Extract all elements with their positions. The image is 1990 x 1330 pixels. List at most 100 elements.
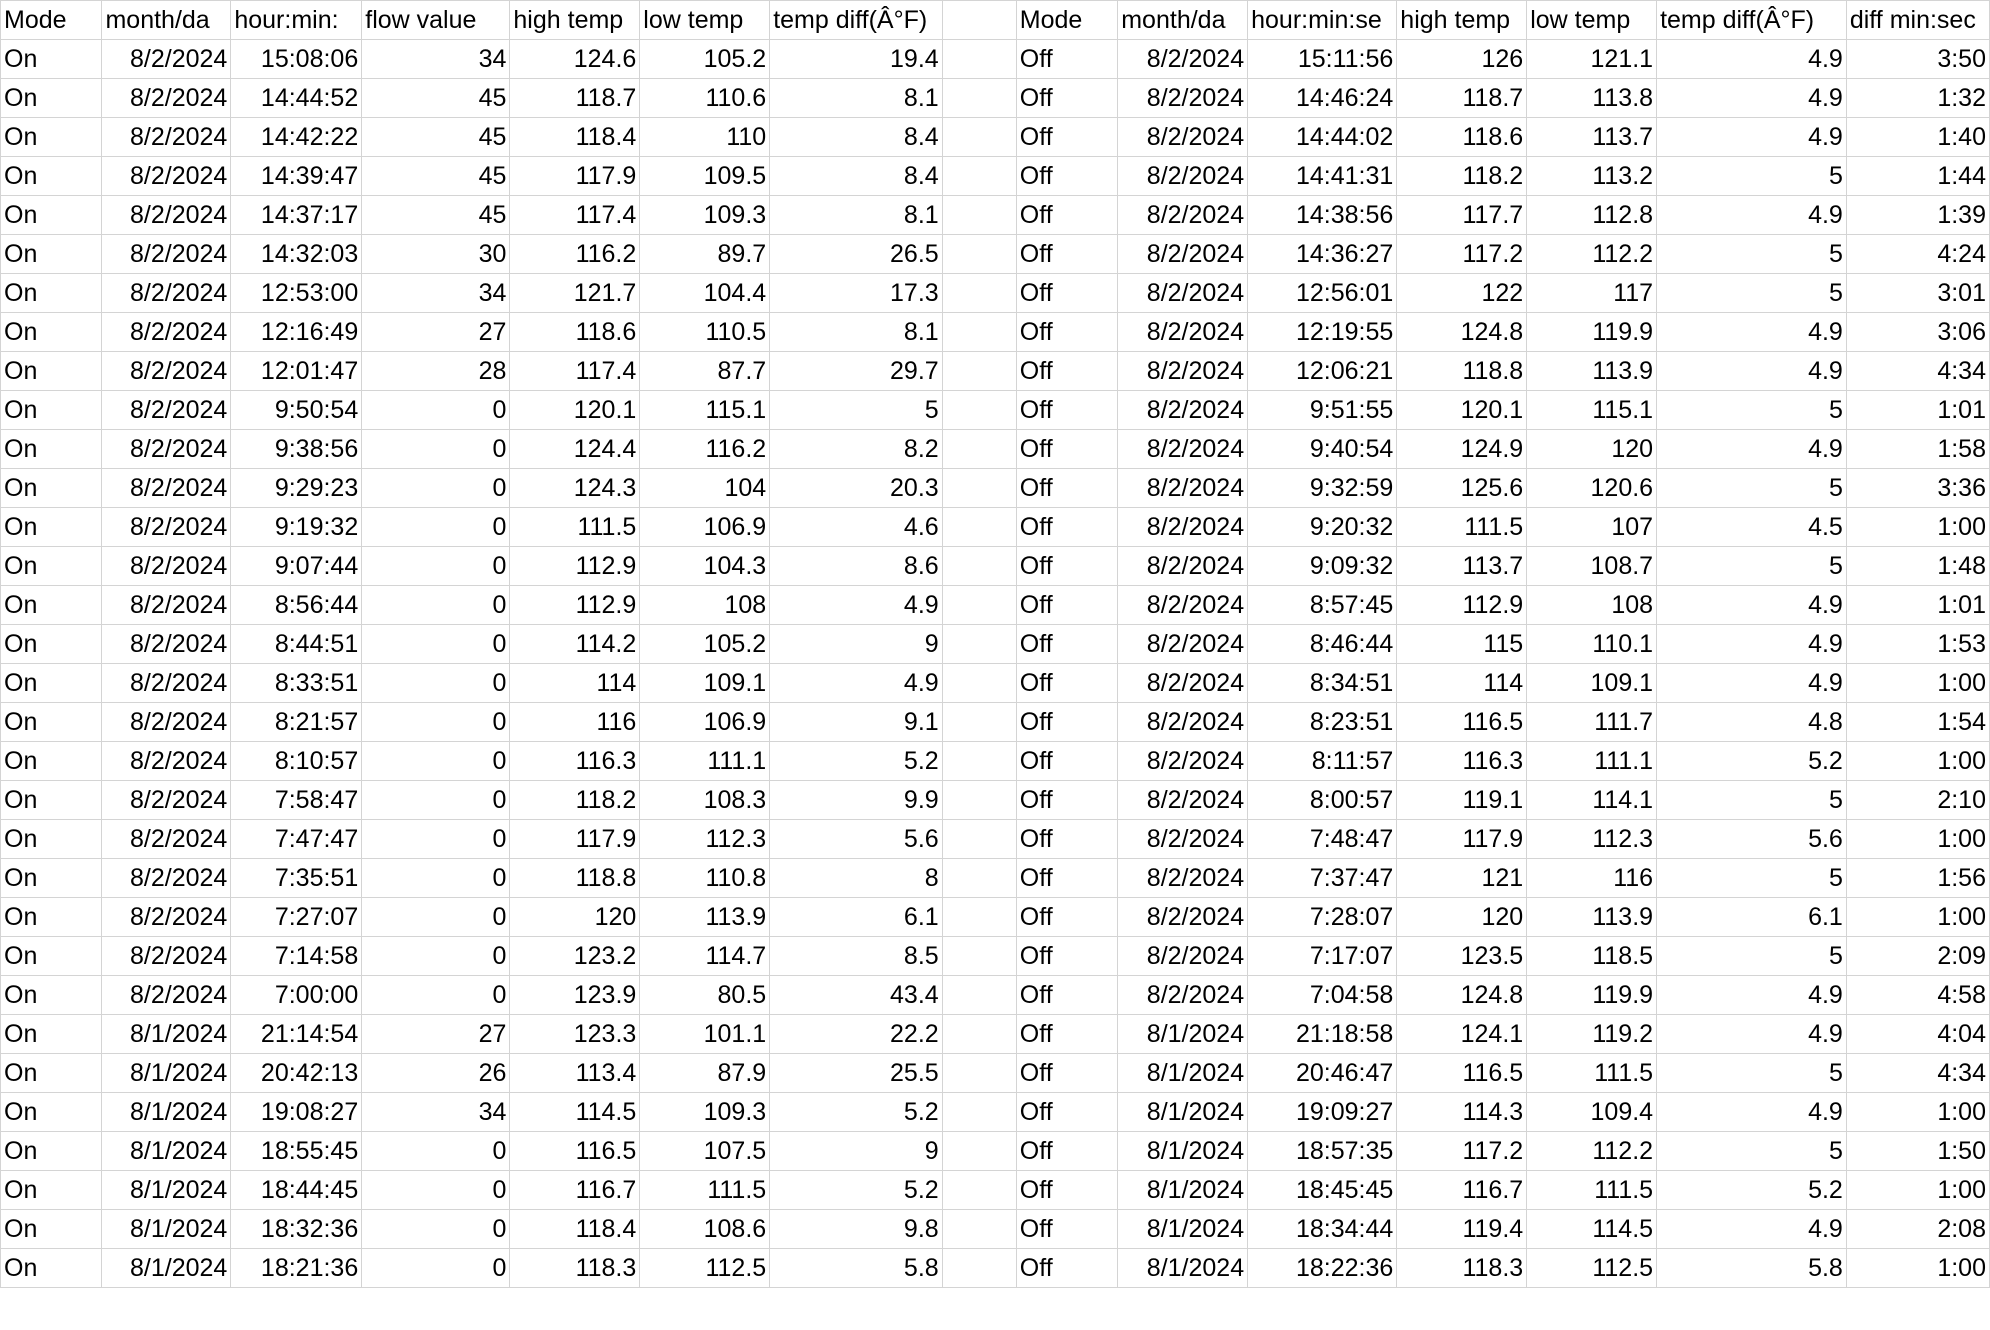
empty-cell[interactable]: [941, 1131, 1017, 1171]
empty-cell[interactable]: [941, 312, 1017, 352]
table-cell[interactable]: Off: [1015, 702, 1119, 742]
table-cell[interactable]: On: [0, 234, 103, 274]
empty-cell[interactable]: [941, 1092, 1017, 1132]
table-cell[interactable]: 8:34:51: [1247, 663, 1398, 703]
table-cell[interactable]: 8/2/2024: [101, 39, 232, 79]
table-cell[interactable]: 5.8: [769, 1248, 943, 1288]
table-cell[interactable]: 116.5: [1396, 702, 1528, 742]
table-cell[interactable]: 8/2/2024: [101, 429, 232, 469]
table-cell[interactable]: 116.3: [509, 741, 641, 781]
table-cell[interactable]: 8/2/2024: [1117, 312, 1249, 352]
table-cell[interactable]: 5: [1656, 1053, 1847, 1093]
table-cell[interactable]: 7:35:51: [230, 858, 363, 898]
table-cell[interactable]: 3:36: [1845, 468, 1990, 508]
table-cell[interactable]: 20:46:47: [1247, 1053, 1398, 1093]
table-cell[interactable]: Off: [1015, 1248, 1119, 1288]
table-cell[interactable]: 2:10: [1845, 780, 1990, 820]
table-cell[interactable]: 8:56:44: [230, 585, 363, 625]
table-cell[interactable]: 8:44:51: [230, 624, 363, 664]
table-cell[interactable]: 12:56:01: [1247, 273, 1398, 313]
table-cell[interactable]: 1:00: [1845, 1170, 1990, 1210]
table-cell[interactable]: 8.6: [769, 546, 943, 586]
table-cell[interactable]: 80.5: [639, 975, 771, 1015]
table-cell[interactable]: 114.2: [509, 624, 641, 664]
table-cell[interactable]: 113.7: [1526, 117, 1658, 157]
table-cell[interactable]: 123.5: [1396, 936, 1528, 976]
empty-cell[interactable]: [941, 507, 1017, 547]
table-cell[interactable]: 119.9: [1526, 975, 1658, 1015]
table-cell[interactable]: 5.2: [769, 741, 943, 781]
table-cell[interactable]: 0: [361, 390, 511, 430]
table-cell[interactable]: 111.5: [639, 1170, 771, 1210]
table-cell[interactable]: Off: [1015, 1053, 1119, 1093]
table-cell[interactable]: 117.9: [509, 819, 641, 859]
table-cell[interactable]: 8.1: [769, 312, 943, 352]
table-cell[interactable]: On: [0, 975, 103, 1015]
table-cell[interactable]: 4.9: [1656, 312, 1847, 352]
table-cell[interactable]: 8/2/2024: [1117, 936, 1249, 976]
table-cell[interactable]: 8/2/2024: [1117, 39, 1249, 79]
table-cell[interactable]: 0: [361, 1248, 511, 1288]
table-cell[interactable]: 8/2/2024: [1117, 117, 1249, 157]
table-cell[interactable]: 124.8: [1396, 312, 1528, 352]
empty-cell[interactable]: [941, 819, 1017, 859]
table-cell[interactable]: 1:00: [1845, 741, 1990, 781]
table-cell[interactable]: 45: [361, 78, 511, 118]
table-cell[interactable]: 109.5: [639, 156, 771, 196]
table-cell[interactable]: 43.4: [769, 975, 943, 1015]
table-cell[interactable]: 5.2: [1656, 741, 1847, 781]
empty-cell[interactable]: [941, 624, 1017, 664]
table-cell[interactable]: On: [0, 741, 103, 781]
empty-cell[interactable]: [941, 156, 1017, 196]
table-cell[interactable]: 0: [361, 624, 511, 664]
table-cell[interactable]: 8/2/2024: [101, 624, 232, 664]
table-cell[interactable]: 8/2/2024: [101, 663, 232, 703]
table-cell[interactable]: On: [0, 663, 103, 703]
table-cell[interactable]: 8/2/2024: [101, 546, 232, 586]
table-cell[interactable]: 113.9: [639, 897, 771, 937]
table-cell[interactable]: 8/2/2024: [1117, 858, 1249, 898]
table-cell[interactable]: 4.9: [1656, 1209, 1847, 1249]
table-cell[interactable]: On: [0, 1170, 103, 1210]
table-cell[interactable]: 8.4: [769, 117, 943, 157]
table-cell[interactable]: 18:45:45: [1247, 1170, 1398, 1210]
table-cell[interactable]: 45: [361, 156, 511, 196]
column-header[interactable]: temp diff(Â°F): [1656, 0, 1847, 40]
table-cell[interactable]: 3:50: [1845, 39, 1990, 79]
table-cell[interactable]: 117.9: [1396, 819, 1528, 859]
table-cell[interactable]: 3:01: [1845, 273, 1990, 313]
column-header[interactable]: month/da: [1117, 0, 1249, 40]
table-cell[interactable]: 111.5: [1526, 1170, 1658, 1210]
table-cell[interactable]: 26: [361, 1053, 511, 1093]
table-cell[interactable]: 112.9: [509, 546, 641, 586]
table-cell[interactable]: 8/1/2024: [1117, 1131, 1249, 1171]
table-cell[interactable]: Off: [1015, 975, 1119, 1015]
table-cell[interactable]: 112.9: [1396, 585, 1528, 625]
table-cell[interactable]: 14:36:27: [1247, 234, 1398, 274]
table-cell[interactable]: 14:42:22: [230, 117, 363, 157]
table-cell[interactable]: 12:16:49: [230, 312, 363, 352]
table-cell[interactable]: 5: [1656, 858, 1847, 898]
table-cell[interactable]: 114: [509, 663, 641, 703]
table-cell[interactable]: 114.7: [639, 936, 771, 976]
table-cell[interactable]: 22.2: [769, 1014, 943, 1054]
table-cell[interactable]: On: [0, 780, 103, 820]
table-cell[interactable]: 111.5: [1526, 1053, 1658, 1093]
empty-cell[interactable]: [941, 897, 1017, 937]
table-cell[interactable]: 104.3: [639, 546, 771, 586]
column-header[interactable]: Mode: [1015, 0, 1119, 40]
table-cell[interactable]: 8/2/2024: [101, 312, 232, 352]
table-cell[interactable]: Off: [1015, 429, 1119, 469]
table-cell[interactable]: 8/2/2024: [101, 585, 232, 625]
table-cell[interactable]: 118.4: [509, 117, 641, 157]
table-cell[interactable]: 119.9: [1526, 312, 1658, 352]
table-cell[interactable]: 18:21:36: [230, 1248, 363, 1288]
table-cell[interactable]: 9:32:59: [1247, 468, 1398, 508]
table-cell[interactable]: 106.9: [639, 507, 771, 547]
table-cell[interactable]: 119.4: [1396, 1209, 1528, 1249]
table-cell[interactable]: 114: [1396, 663, 1528, 703]
table-cell[interactable]: 1:00: [1845, 1248, 1990, 1288]
table-cell[interactable]: On: [0, 936, 103, 976]
table-cell[interactable]: 12:19:55: [1247, 312, 1398, 352]
table-cell[interactable]: 14:32:03: [230, 234, 363, 274]
